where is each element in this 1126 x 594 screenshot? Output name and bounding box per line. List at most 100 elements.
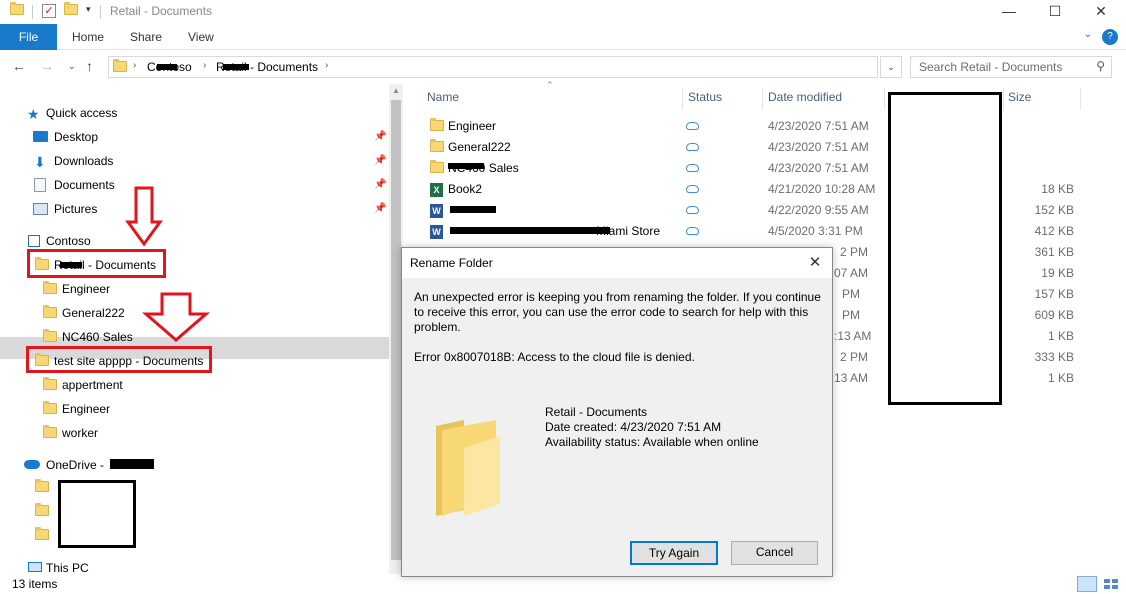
table-row[interactable]: General222 4/23/2020 7:51 AM <box>410 137 1126 158</box>
pin-icon[interactable]: 📌 <box>374 126 386 148</box>
minimize-button[interactable]: — <box>986 0 1032 24</box>
file-date: :13 AM <box>834 329 872 343</box>
column-size[interactable]: Size <box>1008 90 1031 104</box>
up-arrow-icon[interactable]: ↑ <box>86 58 93 74</box>
sidebar-item-appertment[interactable]: appertment <box>0 374 389 396</box>
folder-icon <box>35 527 49 540</box>
ribbon-tabs: File Home Share View ⌄ ? <box>0 24 1126 50</box>
redaction-box <box>888 92 1002 405</box>
file-date: 4/21/2020 10:28 AM <box>768 182 876 196</box>
file-name: General222 <box>448 140 511 154</box>
column-name[interactable]: Name <box>427 90 459 104</box>
redaction <box>223 64 249 70</box>
scroll-thumb[interactable] <box>391 100 401 560</box>
tab-home[interactable]: Home <box>72 24 104 50</box>
forward-arrow-icon[interactable]: → <box>40 58 54 74</box>
column-divider[interactable] <box>682 88 683 110</box>
expand-ribbon-icon[interactable]: ⌄ <box>1084 29 1092 40</box>
sidebar-item-desktop[interactable]: Desktop 📌 <box>0 126 389 148</box>
sidebar-item-engineer-2[interactable]: Engineer <box>0 398 389 420</box>
navigation-pane: ★ Quick access Desktop 📌 ⬇ Downloads 📌 D… <box>0 84 389 575</box>
close-button[interactable]: ✕ <box>1078 0 1124 24</box>
file-size: 333 KB <box>1034 350 1074 364</box>
dialog-message: An unexpected error is keeping you from … <box>414 290 821 334</box>
column-status[interactable]: Status <box>688 90 722 104</box>
address-bar[interactable]: › Contoso › Retail - Documents › <box>108 56 878 78</box>
cloud-status-icon <box>686 158 699 179</box>
file-size: 152 KB <box>1034 203 1074 217</box>
try-again-button[interactable]: Try Again <box>630 541 718 565</box>
pin-icon[interactable]: 📌 <box>374 174 386 196</box>
new-folder-icon[interactable] <box>64 2 78 18</box>
window-title: Retail - Documents <box>110 4 213 18</box>
folder-icon <box>43 425 57 438</box>
search-icon[interactable]: ⚲ <box>1096 59 1105 73</box>
file-name: Book2 <box>448 182 483 196</box>
column-divider[interactable] <box>762 88 763 110</box>
cloud-status-icon <box>686 179 699 200</box>
divider <box>100 5 101 19</box>
sidebar-item-worker[interactable]: worker <box>0 422 389 444</box>
file-date: 4/23/2020 7:51 AM <box>768 119 869 133</box>
highlight-box <box>27 249 166 278</box>
cancel-button[interactable]: Cancel <box>731 541 818 565</box>
details-view-icon[interactable] <box>1077 576 1097 592</box>
sidebar-item-label: Engineer <box>62 282 111 296</box>
folder-icon <box>430 139 444 152</box>
table-row[interactable]: W Miami Store 4/5/2020 3:31 PM 412 KB <box>410 221 1126 242</box>
table-row[interactable]: W 4/22/2020 9:55 AM 152 KB <box>410 200 1126 221</box>
column-divider[interactable] <box>1003 88 1004 110</box>
file-size: 609 KB <box>1034 308 1074 322</box>
folder-icon <box>43 401 57 414</box>
sidebar-item-quick-access[interactable]: ★ Quick access <box>0 102 389 124</box>
back-arrow-icon[interactable]: ← <box>12 58 26 74</box>
dialog-availability: Availability status: Available when onli… <box>545 435 759 449</box>
pin-icon[interactable]: 📌 <box>374 150 386 172</box>
table-row[interactable]: X Book2 4/21/2020 10:28 AM 18 KB <box>410 179 1126 200</box>
redaction <box>450 227 610 234</box>
column-divider[interactable] <box>1080 88 1081 110</box>
sidebar-item-onedrive[interactable]: OneDrive - <box>0 454 389 476</box>
file-date: 4/5/2020 3:31 PM <box>768 224 863 238</box>
help-icon[interactable]: ? <box>1102 29 1118 45</box>
table-row[interactable]: Engineer 4/23/2020 7:51 AM <box>410 116 1126 137</box>
dialog-close-button[interactable]: ✕ <box>802 250 828 276</box>
redaction <box>157 64 177 70</box>
recent-locations-icon[interactable]: ⌄ <box>68 61 76 72</box>
tab-view[interactable]: View <box>188 24 214 50</box>
chevron-right-icon[interactable]: › <box>203 60 206 71</box>
folder-icon <box>43 329 57 342</box>
tab-share[interactable]: Share <box>130 24 162 50</box>
properties-icon[interactable]: ✓ <box>42 4 56 18</box>
sidebar-item-downloads[interactable]: ⬇ Downloads 📌 <box>0 150 389 172</box>
column-date-modified[interactable]: Date modified <box>768 90 842 104</box>
search-field[interactable]: ⚲ <box>910 56 1112 78</box>
column-divider[interactable] <box>884 88 885 110</box>
chevron-right-icon[interactable]: › <box>133 60 136 71</box>
sidebar-item-pictures[interactable]: Pictures 📌 <box>0 198 389 220</box>
dialog-error-code: Error 0x8007018B: Access to the cloud fi… <box>414 350 695 364</box>
folder-icon <box>35 479 49 492</box>
divider <box>32 5 33 19</box>
search-input[interactable] <box>917 58 1087 76</box>
sidebar-item-label: General222 <box>62 306 125 320</box>
chevron-right-icon[interactable]: › <box>325 60 328 71</box>
file-date: 4/23/2020 7:51 AM <box>768 161 869 175</box>
pin-icon[interactable]: 📌 <box>374 198 386 220</box>
tab-file[interactable]: File <box>0 24 57 50</box>
sidebar-item-documents[interactable]: Documents 📌 <box>0 174 389 196</box>
redaction <box>448 163 484 169</box>
cloud-status-icon <box>686 116 699 137</box>
customize-qat-icon[interactable]: ▾ <box>86 4 91 15</box>
folder-icon <box>43 305 57 318</box>
scroll-up-icon[interactable]: ▲ <box>392 86 400 95</box>
large-icons-view-icon[interactable] <box>1101 576 1121 592</box>
sidebar-item-label: Quick access <box>46 106 118 120</box>
redaction <box>450 206 496 213</box>
maximize-button[interactable]: ☐ <box>1032 0 1078 24</box>
sidebar-item-label: worker <box>62 426 99 440</box>
table-row[interactable]: NC460 Sales 4/23/2020 7:51 AM <box>410 158 1126 179</box>
address-dropdown-icon[interactable]: ⌄ <box>880 56 902 78</box>
file-size: 361 KB <box>1034 245 1074 259</box>
status-bar: 13 items <box>0 574 1126 594</box>
